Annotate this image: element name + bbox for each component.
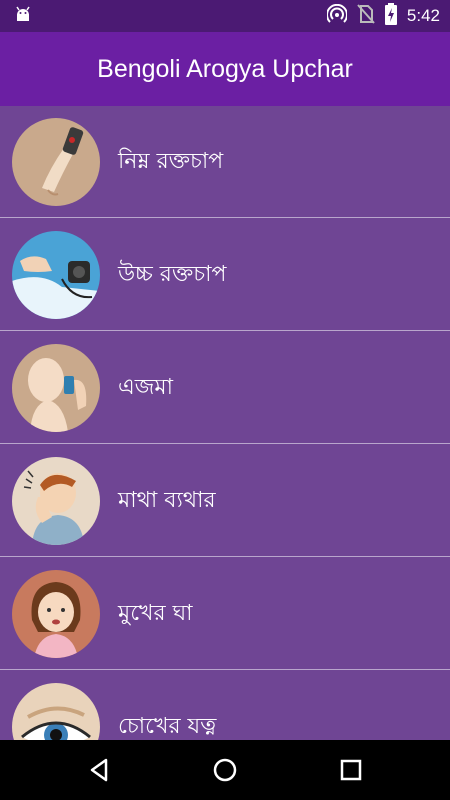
android-debug-icon <box>14 6 32 30</box>
eye-care-image <box>12 683 100 740</box>
list-item-asthma[interactable]: এজমা <box>0 332 450 444</box>
asthma-inhaler-image <box>12 344 100 432</box>
arm-blood-pressure-image <box>12 118 100 206</box>
list-item-label: মুখের ঘা <box>118 600 193 626</box>
list-item-label: নিম্ন রক্তচাপ <box>118 148 224 174</box>
list-item-headache[interactable]: মাথা ব্যথার <box>0 445 450 557</box>
headache-man-image <box>12 457 100 545</box>
list-item-high-blood-pressure[interactable]: উচ্চ রক্তচাপ <box>0 219 450 331</box>
battery-charging-icon <box>384 3 397 29</box>
mouth-ulcer-girl-image <box>12 570 100 658</box>
recents-icon[interactable] <box>336 755 366 785</box>
status-time: 5:42 <box>406 6 440 25</box>
hotspot-icon <box>325 3 348 28</box>
bp-monitor-image <box>12 231 100 319</box>
topic-list[interactable]: নিম্ন রক্তচাপ উচ্চ রক্তচাপ এজমা মাথা ব্য… <box>0 106 450 740</box>
list-item-eye-care[interactable]: চোখের যত্ন <box>0 671 450 740</box>
home-icon[interactable] <box>210 755 240 785</box>
app-title: Bengoli Arogya Upchar <box>97 54 353 83</box>
list-item-low-blood-pressure[interactable]: নিম্ন রক্তচাপ <box>0 106 450 218</box>
navigation-bar <box>0 740 450 800</box>
list-item-label: এজমা <box>118 374 174 400</box>
list-item-mouth-ulcer[interactable]: মুখের ঘা <box>0 558 450 670</box>
list-item-label: চোখের যত্ন <box>118 713 217 739</box>
status-bar: 5:42 <box>0 0 450 32</box>
list-item-label: উচ্চ রক্তচাপ <box>118 261 227 287</box>
no-sim-icon <box>357 4 375 28</box>
app-bar: Bengoli Arogya Upchar <box>0 32 450 106</box>
back-icon[interactable] <box>84 755 114 785</box>
list-item-label: মাথা ব্যথার <box>118 487 216 513</box>
